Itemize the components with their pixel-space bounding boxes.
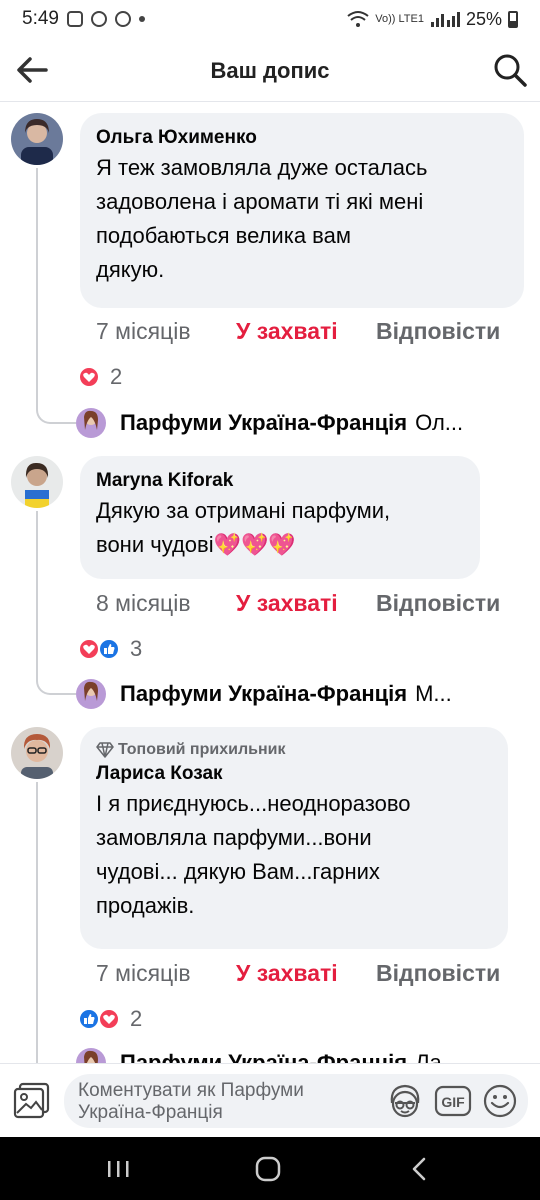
gif-icon: GIF <box>434 1085 472 1117</box>
page-avatar <box>76 408 106 438</box>
comment-text-line: замовляла парфуми...вони <box>96 825 372 850</box>
diamond-icon <box>96 742 114 758</box>
avatar[interactable] <box>11 113 63 165</box>
viber-notification-icon-2 <box>114 11 131 27</box>
gallery-notification-icon <box>66 11 83 27</box>
comment-time[interactable]: 7 місяців <box>96 960 236 987</box>
comment-actions: 7 місяців У захваті Відповісти <box>96 960 500 987</box>
reply-button[interactable]: Відповісти <box>376 590 500 617</box>
back-nav-icon[interactable] <box>403 1153 437 1185</box>
comment-text-line: І я приєднуюсь...неодноразово <box>96 791 411 816</box>
search-icon[interactable] <box>492 52 528 88</box>
thread-line <box>36 782 38 1063</box>
love-reaction-icon <box>78 366 100 388</box>
page-title: Ваш допис <box>210 58 330 83</box>
placeholder-line: Україна-Франція <box>78 1102 223 1123</box>
thread-line <box>36 168 38 406</box>
reaction-button[interactable]: У захваті <box>236 960 376 987</box>
battery-percent: 25% <box>465 8 502 29</box>
wifi-icon <box>347 11 369 27</box>
avatar-sticker-icon[interactable] <box>386 1083 424 1119</box>
reply-button[interactable]: Відповісти <box>376 318 500 345</box>
comment-actions: 8 місяців У захваті Відповісти <box>96 590 500 617</box>
comment-author[interactable]: Maryna Kiforak <box>96 468 464 494</box>
like-reaction-icon <box>78 1008 100 1030</box>
reaction-button[interactable]: У захваті <box>236 590 376 617</box>
comment-composer: Коментувати як Парфуми Україна-Франція G… <box>0 1063 540 1137</box>
signal-icon <box>430 12 460 27</box>
like-reaction-icon <box>98 638 120 660</box>
comment-bubble[interactable]: Ольга Юхименко Я теж замовляла дуже оста… <box>80 113 524 308</box>
network-label: Vo)) LTE1 <box>375 13 424 25</box>
comment-time[interactable]: 8 місяців <box>96 590 236 617</box>
app-header: Ваш допис <box>0 38 540 102</box>
reply-author: Парфуми Україна-Франція <box>120 410 408 435</box>
gif-button[interactable]: GIF <box>434 1085 472 1117</box>
status-time: 5:49 <box>22 8 59 29</box>
comment-text-line: вони чудові💖💖💖 <box>96 532 296 557</box>
avatar[interactable] <box>11 456 63 508</box>
reaction-button[interactable]: У захваті <box>236 318 376 345</box>
placeholder-line: Коментувати як Парфуми <box>78 1080 304 1101</box>
home-icon[interactable] <box>251 1153 285 1185</box>
viber-notification-icon <box>90 11 107 27</box>
reply-preview-text: М... <box>415 681 452 706</box>
reaction-count: 2 <box>130 1006 143 1031</box>
comment-author[interactable]: Ольга Юхименко <box>96 125 508 151</box>
system-nav-bar <box>0 1137 540 1200</box>
love-reaction-icon <box>78 638 100 660</box>
comment-bubble[interactable]: Топовий прихильник Лариса Козак І я приє… <box>80 727 508 949</box>
reaction-summary[interactable]: 2 <box>78 364 122 390</box>
recent-apps-icon[interactable] <box>101 1153 135 1185</box>
gif-label: GIF <box>441 1094 465 1110</box>
comment-text-line: чудові... дякую Вам...гарних <box>96 859 380 884</box>
love-reaction-icon <box>98 1008 120 1030</box>
reply-author: Парфуми Україна-Франція <box>120 681 408 706</box>
photo-attach-icon[interactable] <box>12 1080 52 1120</box>
reply-button[interactable]: Відповісти <box>376 960 500 987</box>
comment-input[interactable]: Коментувати як Парфуми Україна-Франція G… <box>64 1074 528 1128</box>
reply-preview-text: Ол... <box>415 410 464 435</box>
reply-preview-row[interactable]: Парфуми Україна-Франція Ол... <box>76 408 516 438</box>
comment-text-line: подобаються велика вам <box>96 223 351 248</box>
comment-text-line: задоволена і аромати ті які мені <box>96 189 424 214</box>
reply-preview-row[interactable]: Парфуми Україна-Франція М... <box>76 679 516 709</box>
battery-icon <box>508 10 518 28</box>
comment-text-line: Дякую за отримані парфуми, <box>96 498 391 523</box>
more-notifications-dot <box>138 16 145 22</box>
reaction-summary[interactable]: 2 <box>78 1006 142 1032</box>
avatar[interactable] <box>11 727 63 779</box>
status-bar: 5:49 Vo)) LTE1 25% <box>0 0 540 38</box>
reaction-count: 3 <box>130 636 143 661</box>
comment-input-placeholder: Коментувати як Парфуми Україна-Франція <box>78 1080 378 1124</box>
comment-actions: 7 місяців У захваті Відповісти <box>96 318 500 345</box>
comment-bubble[interactable]: Maryna Kiforak Дякую за отримані парфуми… <box>80 456 480 579</box>
page-avatar <box>76 679 106 709</box>
thread-connector <box>36 402 76 424</box>
reaction-summary[interactable]: 3 <box>78 636 142 662</box>
top-fan-label: Топовий прихильник <box>118 741 286 758</box>
comment-text-line: Я теж замовляла дуже осталась <box>96 155 428 180</box>
reaction-count: 2 <box>110 364 123 389</box>
comment-author[interactable]: Лариса Козак <box>96 761 492 787</box>
top-fan-badge: Топовий прихильник <box>96 739 492 761</box>
emoji-icon[interactable] <box>482 1083 518 1119</box>
comment-text-line: продажів. <box>96 893 195 918</box>
comment-text-line: дякую. <box>96 257 165 282</box>
comment-time[interactable]: 7 місяців <box>96 318 236 345</box>
thread-connector <box>36 673 76 695</box>
thread-line <box>36 511 38 677</box>
